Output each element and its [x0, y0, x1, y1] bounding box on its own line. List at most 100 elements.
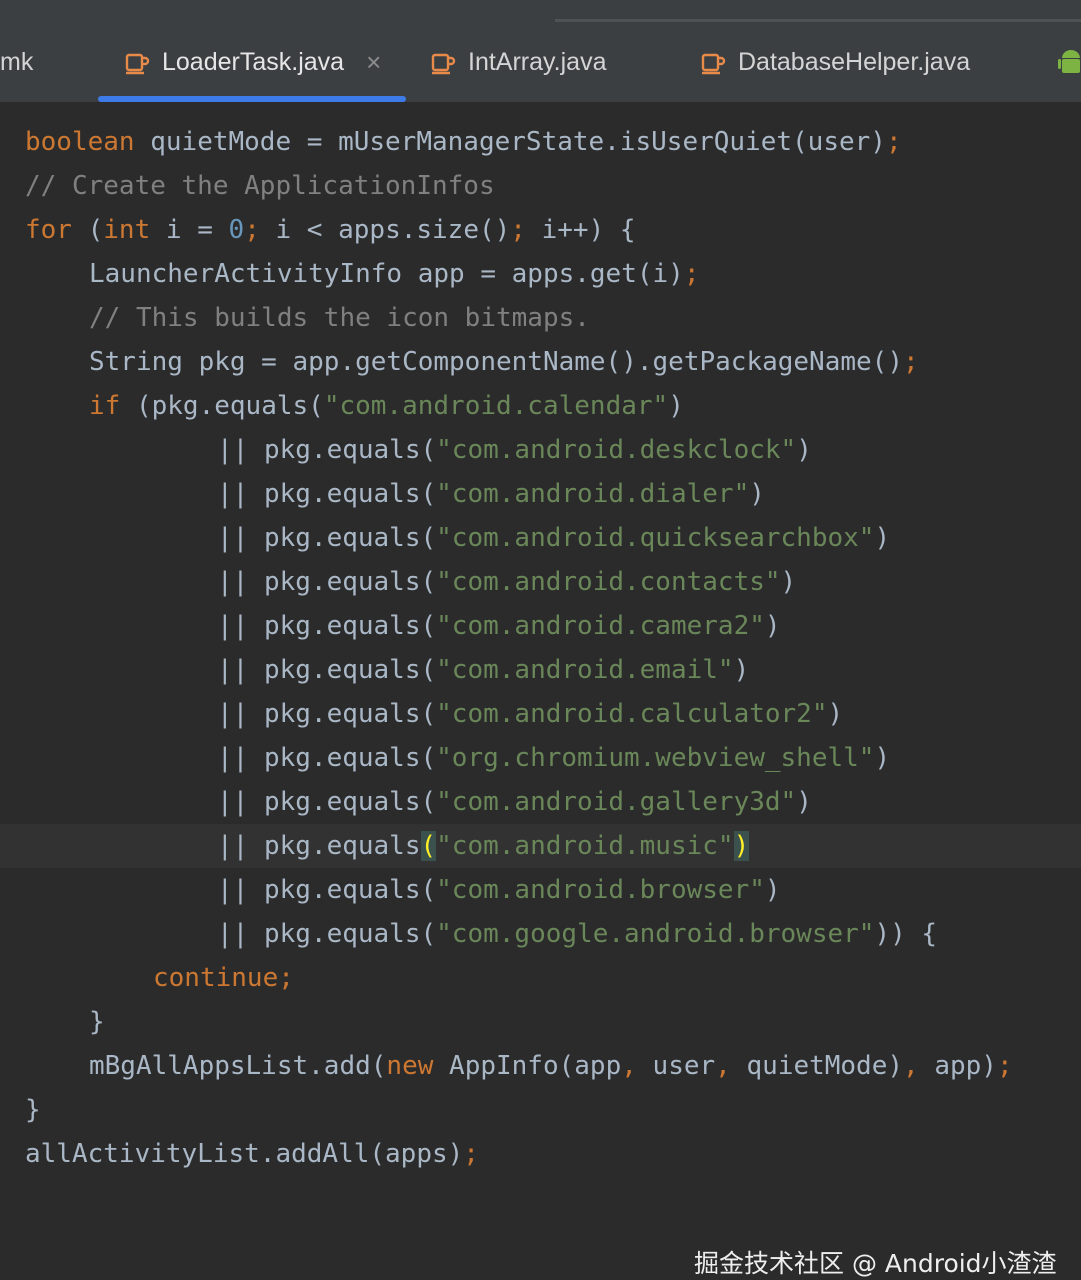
code-line-current[interactable]: || pkg.equals("com.android.music") [0, 824, 1081, 868]
tab-loadertask-java[interactable]: LoaderTask.java × [124, 22, 381, 102]
code-text: user [636, 1051, 716, 1081]
code-line-content: || pkg.equals("com.android.gallery3d") [217, 780, 812, 824]
code-line-content: continue; [153, 956, 294, 1000]
code-line[interactable]: || pkg.equals("com.android.browser") [0, 868, 1081, 912]
code-line-content: || pkg.equals("com.android.dialer") [217, 472, 765, 516]
code-text: } [89, 1007, 105, 1037]
code-string: "com.android.contacts" [436, 567, 781, 597]
code-line[interactable]: || pkg.equals("org.chromium.webview_shel… [0, 736, 1081, 780]
code-text: || pkg.equals( [217, 611, 437, 641]
code-string: "com.android.dialer" [436, 479, 750, 509]
code-line[interactable]: String pkg = app.getComponentName().getP… [0, 340, 1081, 384]
code-text: ) [668, 391, 684, 421]
code-editor[interactable]: boolean quietMode = mUserManagerState.is… [0, 102, 1081, 1278]
code-line-content: allActivityList.addAll(apps); [25, 1132, 479, 1176]
code-line[interactable]: || pkg.equals("com.android.deskclock") [0, 428, 1081, 472]
code-text: i++) { [525, 215, 636, 245]
code-line-content: boolean quietMode = mUserManagerState.is… [25, 120, 902, 164]
code-punctuation: ; [996, 1051, 1013, 1081]
code-text: ) [733, 655, 750, 685]
code-string: "com.android.gallery3d" [436, 787, 797, 817]
code-line[interactable]: // Create the ApplicationInfos [0, 164, 1081, 208]
code-line[interactable]: boolean quietMode = mUserManagerState.is… [0, 120, 1081, 164]
code-line-content: || pkg.equals("com.android.calculator2") [217, 692, 843, 736]
code-text: || pkg.equals( [217, 567, 437, 597]
code-line[interactable]: continue; [0, 956, 1081, 1000]
code-line[interactable]: // This builds the icon bitmaps. [0, 296, 1081, 340]
java-file-icon [125, 53, 150, 75]
android-icon[interactable] [1058, 44, 1081, 78]
code-punctuation: , [621, 1051, 637, 1081]
code-line[interactable]: LauncherActivityInfo app = apps.get(i); [0, 252, 1081, 296]
tab-databasehelper-java[interactable]: DatabaseHelper.java [700, 22, 970, 102]
matched-brace: ) [733, 831, 750, 861]
code-text: || pkg.equals( [217, 875, 437, 905]
close-icon[interactable]: × [366, 47, 381, 78]
java-file-icon [431, 53, 456, 75]
matched-brace: ( [420, 831, 437, 861]
code-line[interactable]: || pkg.equals("com.android.quicksearchbo… [0, 516, 1081, 560]
code-keyword: if [89, 391, 121, 421]
code-string: "com.android.calendar" [323, 391, 669, 421]
code-text: ) [749, 479, 765, 509]
code-text: quietMode) [730, 1051, 904, 1081]
code-text: i < apps.size() [259, 215, 511, 245]
editor-tab-bar: mk LoaderTask.java × IntArray.java Datab… [0, 22, 1081, 103]
tab-label: IntArray.java [468, 47, 607, 76]
code-text: || pkg.equals( [217, 523, 437, 553]
code-line[interactable]: } [0, 1000, 1081, 1044]
java-file-icon [701, 53, 726, 75]
code-line[interactable]: || pkg.equals("com.google.android.browse… [0, 912, 1081, 956]
code-text: app) [918, 1051, 997, 1081]
code-keyword: boolean [25, 127, 135, 157]
code-line[interactable]: || pkg.equals("com.android.dialer") [0, 472, 1081, 516]
code-text: || pkg.equals( [217, 743, 437, 773]
code-line-content: || pkg.equals("com.android.browser") [217, 868, 781, 912]
code-string: "com.android.music" [436, 831, 734, 861]
code-comment: // This builds the icon bitmaps. [89, 303, 590, 333]
code-text: i = [150, 215, 229, 245]
code-line-content: for (int i = 0; i < apps.size(); i++) { [25, 208, 636, 252]
code-punctuation: ; [463, 1139, 479, 1169]
tab-mk[interactable]: mk [0, 22, 33, 102]
tab-label: mk [0, 47, 34, 76]
code-line[interactable]: } [0, 1088, 1081, 1132]
code-line[interactable]: || pkg.equals("com.android.gallery3d") [0, 780, 1081, 824]
code-line[interactable]: || pkg.equals("com.android.contacts") [0, 560, 1081, 604]
code-line[interactable]: allActivityList.addAll(apps); [0, 1132, 1081, 1176]
code-text: allActivityList.addAll(apps) [25, 1139, 464, 1169]
code-line[interactable]: mBgAllAppsList.add(new AppInfo(app, user… [0, 1044, 1081, 1088]
code-line[interactable]: || pkg.equals("com.android.calculator2") [0, 692, 1081, 736]
code-line-content: || pkg.equals("com.android.music") [217, 824, 750, 868]
code-line-content: } [25, 1088, 41, 1132]
code-text: || pkg.equals( [217, 655, 437, 685]
code-line[interactable]: for (int i = 0; i < apps.size(); i++) { [0, 208, 1081, 252]
code-text: || pkg.equals( [217, 479, 437, 509]
tab-intarray-java[interactable]: IntArray.java [430, 22, 606, 102]
code-line[interactable]: || pkg.equals("com.android.camera2") [0, 604, 1081, 648]
code-line-content: String pkg = app.getComponentName().getP… [89, 340, 919, 384]
code-line-content: || pkg.equals("org.chromium.webview_shel… [217, 736, 890, 780]
code-punctuation: ; [683, 259, 700, 289]
code-punctuation: , [903, 1051, 919, 1081]
code-line[interactable]: || pkg.equals("com.android.email") [0, 648, 1081, 692]
code-text: ) [874, 743, 891, 773]
code-text: || pkg.equals [217, 831, 421, 861]
code-string: "com.android.deskclock" [436, 435, 797, 465]
code-text: String pkg = app.getComponentName().getP… [89, 347, 903, 377]
code-text: ( [71, 215, 104, 245]
window-top-strip [0, 0, 1081, 22]
code-string: "org.chromium.webview_shell" [436, 743, 875, 773]
code-text: LauncherActivityInfo app = apps.get(i) [89, 259, 684, 289]
code-string: "com.android.calculator2" [436, 699, 828, 729]
code-punctuation: , [715, 1051, 731, 1081]
code-text: || pkg.equals( [217, 919, 437, 949]
code-line-content: || pkg.equals("com.android.contacts") [217, 560, 796, 604]
code-text: ) [827, 699, 844, 729]
code-line-content: || pkg.equals("com.android.deskclock") [217, 428, 812, 472]
code-line[interactable]: if (pkg.equals("com.android.calendar") [0, 384, 1081, 428]
code-string: "com.google.android.browser" [436, 919, 875, 949]
tab-label: DatabaseHelper.java [738, 47, 971, 76]
code-text: ) [796, 787, 812, 817]
code-line-content: mBgAllAppsList.add(new AppInfo(app, user… [89, 1044, 1013, 1088]
